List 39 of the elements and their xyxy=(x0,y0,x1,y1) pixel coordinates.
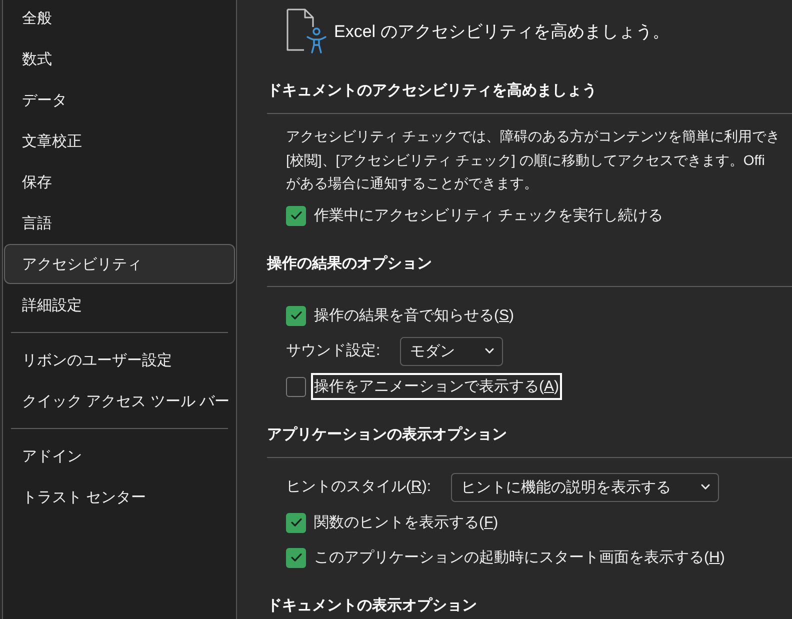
sidebar-item[interactable]: 全般 xyxy=(4,0,235,38)
sidebar-item[interactable]: アドイン xyxy=(4,436,235,476)
check-icon xyxy=(290,311,302,320)
check-icon xyxy=(290,518,302,527)
checkbox[interactable] xyxy=(286,548,306,568)
chevron-down-icon xyxy=(485,348,494,354)
sidebar-item[interactable]: データ xyxy=(4,80,235,120)
check-icon xyxy=(290,553,302,562)
sidebar-item[interactable]: 保存 xyxy=(4,162,235,202)
check-icon xyxy=(290,211,302,220)
sidebar-item[interactable]: トラスト センター xyxy=(4,477,235,517)
checkbox-label[interactable]: 操作をアニメーションで表示する(A) xyxy=(311,373,562,400)
chevron-down-icon xyxy=(701,484,710,490)
sidebar-item[interactable]: 文章校正 xyxy=(4,121,235,161)
checkbox[interactable] xyxy=(286,512,306,532)
checkbox-label[interactable]: 作業中にアクセシビリティ チェックを実行し続ける xyxy=(311,202,666,229)
sidebar-item[interactable]: 数式 xyxy=(4,39,235,79)
document-accessibility-icon xyxy=(286,8,327,54)
dropdown-label: サウンド設定: xyxy=(286,341,380,361)
description-text: アクセシビリティ チェックでは、障碍のある方がコンテンツを簡単に利用でき [校閲]、[アクセシビリティ チェック] の順に移動してアクセスできます。Offi がある場合に通知することができます。 xyxy=(286,127,781,193)
sidebar-item[interactable]: 詳細設定 xyxy=(4,285,235,325)
sidebar-item[interactable]: リボンのユーザー設定 xyxy=(4,340,235,380)
page-title: Excel のアクセシビリティを高めましょう。 xyxy=(334,20,670,42)
dropdown[interactable]: ヒントに機能の説明を表示する xyxy=(451,472,720,502)
dropdown-label: ヒントのスタイル(R): xyxy=(286,477,432,497)
checkbox[interactable] xyxy=(286,376,306,396)
checkbox[interactable] xyxy=(286,206,306,226)
sidebar-item[interactable]: アクセシビリティ xyxy=(4,244,235,284)
sidebar-item[interactable]: クイック アクセス ツール バー xyxy=(4,381,235,421)
section-heading: 操作の結果のオプション xyxy=(267,254,432,274)
section-heading: ドキュメントの表示オプション xyxy=(267,596,477,616)
checkbox-label[interactable]: 関数のヒントを表示する(F) xyxy=(311,509,502,536)
sidebar-item[interactable]: 言語 xyxy=(4,203,235,243)
checkbox-label[interactable]: 操作の結果を音で知らせる(S) xyxy=(311,302,518,329)
checkbox-label[interactable]: このアプリケーションの起動時にスタート画面を表示する(H) xyxy=(311,544,728,571)
checkbox[interactable] xyxy=(286,306,306,326)
section-heading: ドキュメントのアクセシビリティを高めましょう xyxy=(267,81,597,101)
section-heading: アプリケーションの表示オプション xyxy=(267,424,507,444)
dropdown[interactable]: モダン xyxy=(400,336,504,366)
